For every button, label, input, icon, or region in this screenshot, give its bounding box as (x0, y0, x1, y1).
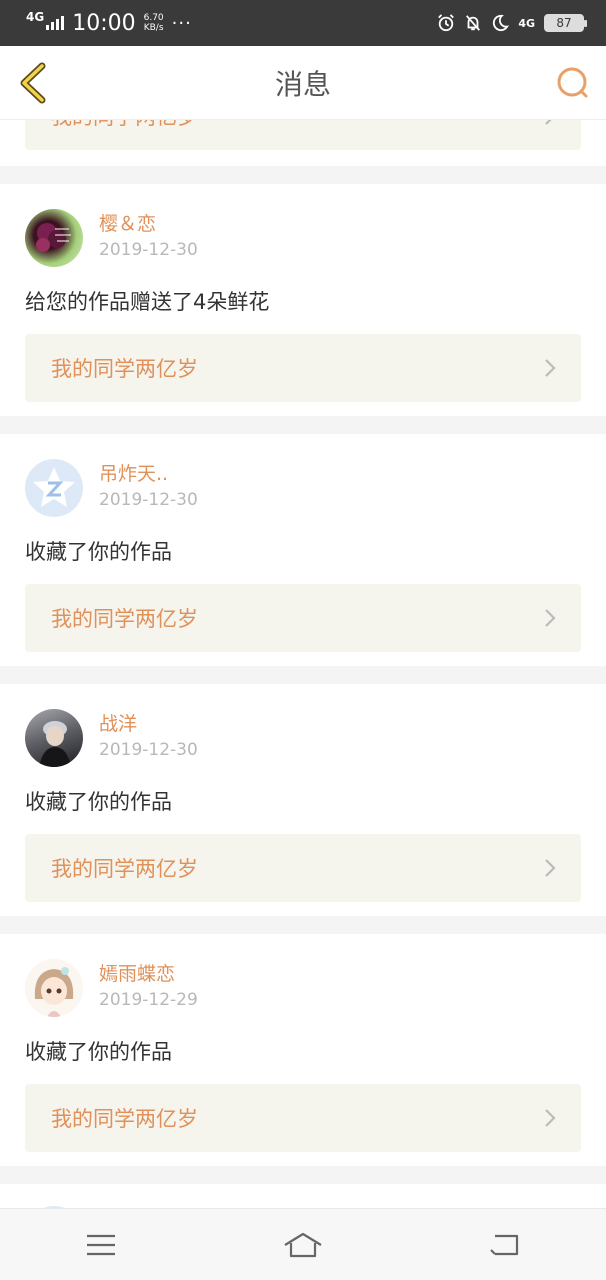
app-header: 消息 (0, 46, 606, 120)
action-text: 给您的作品赠送了4朵鲜花 (25, 290, 270, 314)
clock: 10:00 (72, 10, 136, 36)
avatar[interactable] (25, 709, 83, 767)
chevron-right-icon (545, 120, 552, 125)
user-meta: 吊炸天.. 2019-12-30 (99, 460, 198, 512)
avatar[interactable] (25, 209, 83, 267)
work-title: 我的同学两亿岁 (51, 857, 198, 881)
page-title: 消息 (274, 67, 331, 101)
divider (0, 666, 606, 684)
username[interactable]: 战洋 (99, 710, 198, 738)
action-text: 收藏了你的作品 (25, 540, 172, 564)
speed-unit: KB/s (143, 23, 164, 33)
message-list[interactable]: 我的同学两亿岁 樱＆恋 2019-12-30 给您的作品赠送了4朵鲜花 我的同学… (0, 120, 606, 1208)
divider (0, 1166, 606, 1184)
home-icon[interactable] (283, 1229, 323, 1261)
message-card-partial (0, 1184, 606, 1208)
user-meta: 战洋 2019-12-30 (99, 710, 198, 762)
status-left: 4G 10:00 6.70 KB/s ··· (26, 10, 192, 36)
date: 2019-12-30 (99, 740, 198, 760)
status-right: 4G 87 (437, 14, 587, 32)
chevron-right-icon (545, 859, 556, 877)
message-card: 吊炸天.. 2019-12-30 收藏了你的作品 我的同学两亿岁 (0, 434, 606, 666)
battery-level: 87 (556, 16, 572, 30)
work-link[interactable]: 我的同学两亿岁 (25, 584, 581, 652)
user-row: 嫣雨蝶恋 2019-12-29 (25, 958, 581, 1018)
system-nav-bar (0, 1208, 606, 1280)
network-label: 4G (26, 10, 45, 24)
work-title: 我的同学两亿岁 (51, 120, 198, 131)
chevron-right-icon (545, 359, 556, 377)
action-text: 收藏了你的作品 (25, 1040, 172, 1064)
user-meta: 嫣雨蝶恋 2019-12-29 (99, 960, 198, 1012)
message-card-partial: 我的同学两亿岁 (0, 120, 606, 166)
signal-icon: 4G (26, 10, 65, 30)
message-card: 樱＆恋 2019-12-30 给您的作品赠送了4朵鲜花 我的同学两亿岁 (0, 184, 606, 416)
user-row: 战洋 2019-12-30 (25, 708, 581, 768)
username[interactable]: 吊炸天.. (99, 460, 198, 488)
work-link[interactable]: 我的同学两亿岁 (25, 334, 581, 402)
chevron-left-icon[interactable] (14, 62, 54, 104)
speed-value: 6.70 (143, 13, 164, 23)
avatar[interactable] (25, 959, 83, 1017)
moon-icon (493, 14, 510, 32)
message-card: 嫣雨蝶恋 2019-12-29 收藏了你的作品 我的同学两亿岁 (0, 934, 606, 1166)
mute-bell-icon (466, 15, 481, 31)
status-bar: 4G 10:00 6.70 KB/s ··· 4G 87 (0, 0, 606, 46)
chevron-right-icon (545, 609, 556, 627)
work-link[interactable]: 我的同学两亿岁 (25, 1084, 581, 1152)
divider (0, 166, 606, 184)
work-link[interactable]: 我的同学两亿岁 (25, 834, 581, 902)
date: 2019-12-30 (99, 240, 198, 260)
battery-icon: 87 (544, 14, 587, 32)
network2-label: 4G (518, 16, 535, 30)
date: 2019-12-29 (99, 990, 198, 1010)
avatar-image (34, 967, 74, 1017)
date: 2019-12-30 (99, 490, 198, 510)
net-speed: 6.70 KB/s (144, 13, 164, 33)
back-icon[interactable] (485, 1229, 525, 1261)
user-row: 樱＆恋 2019-12-30 (25, 208, 581, 268)
user-meta: 樱＆恋 2019-12-30 (99, 210, 198, 262)
message-card: 战洋 2019-12-30 收藏了你的作品 我的同学两亿岁 (0, 684, 606, 916)
avatar-image (36, 223, 71, 252)
divider (0, 416, 606, 434)
user-row: 吊炸天.. 2019-12-30 (25, 458, 581, 518)
action-text: 收藏了你的作品 (25, 790, 172, 814)
work-title: 我的同学两亿岁 (51, 607, 198, 631)
divider (0, 916, 606, 934)
menu-icon[interactable] (81, 1229, 121, 1261)
alarm-icon (438, 14, 455, 32)
work-title: 我的同学两亿岁 (51, 357, 198, 381)
username[interactable]: 樱＆恋 (99, 210, 198, 238)
more-notifications-icon: ··· (171, 12, 192, 34)
search-icon[interactable] (554, 64, 592, 102)
default-avatar-icon (33, 467, 75, 507)
avatar-image (39, 721, 71, 767)
username[interactable]: 嫣雨蝶恋 (99, 960, 198, 988)
work-title: 我的同学两亿岁 (51, 1107, 198, 1131)
chevron-right-icon (545, 1109, 556, 1127)
avatar[interactable] (25, 459, 83, 517)
work-link[interactable]: 我的同学两亿岁 (25, 120, 581, 150)
